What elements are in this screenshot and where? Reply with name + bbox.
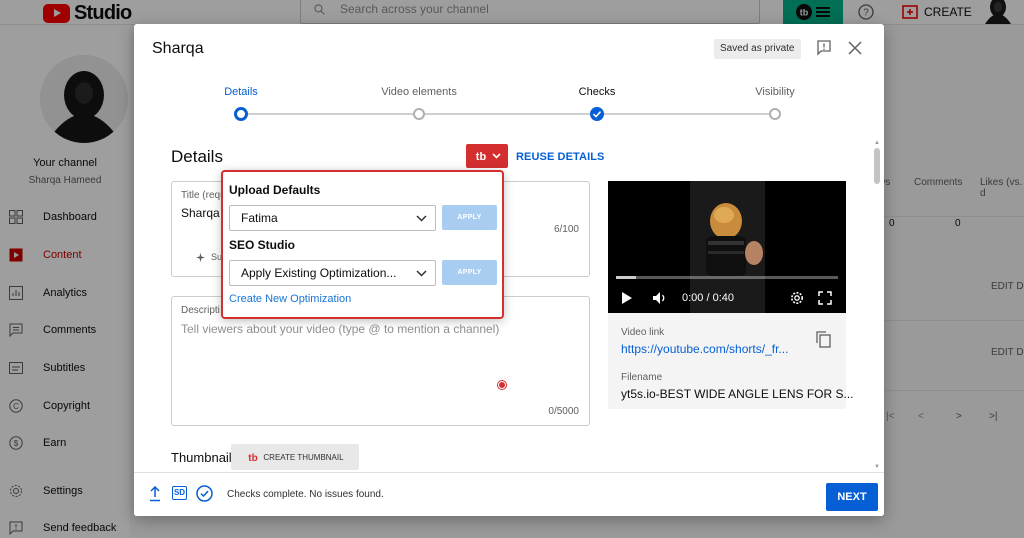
scroll-down-arrow[interactable]: ▼ — [874, 464, 880, 470]
description-input[interactable]: Tell viewers about your video (type @ to… — [181, 322, 499, 336]
title-suggestions[interactable]: Su — [196, 252, 222, 262]
video-player[interactable]: 0:00 / 0:40 — [608, 181, 846, 313]
fullscreen-icon[interactable] — [818, 291, 832, 305]
details-heading: Details — [171, 147, 223, 166]
tubebuddy-dropdown-button[interactable]: tb — [466, 144, 508, 168]
dialog-footer: SD Checks complete. No issues found. NEX… — [134, 472, 884, 516]
seo-studio-heading: SEO Studio — [229, 238, 295, 252]
upload-defaults-select[interactable]: Fatima — [229, 205, 436, 231]
sd-quality-icon[interactable]: SD — [172, 486, 187, 500]
next-button[interactable]: NEXT — [826, 483, 878, 511]
step-visibility[interactable]: Visibility — [755, 86, 795, 98]
chevron-down-icon — [416, 269, 427, 277]
reuse-details-button[interactable]: REUSE DETAILS — [516, 151, 605, 163]
filename-value: yt5s.io-BEST WIDE ANGLE LENS FOR S... — [621, 387, 854, 401]
title-input[interactable]: Sharqa — [181, 206, 220, 220]
stepper-track — [240, 113, 776, 115]
tubebuddy-logo-icon: tb — [475, 151, 486, 162]
video-link-label: Video link — [621, 327, 665, 338]
report-issue-icon[interactable] — [816, 40, 832, 56]
checks-status-text: Checks complete. No issues found. — [227, 489, 384, 500]
close-icon[interactable] — [848, 41, 862, 55]
step-dot-checks[interactable] — [590, 107, 604, 121]
checkmark-icon — [592, 111, 602, 118]
seo-optimization-select[interactable]: Apply Existing Optimization... — [229, 260, 436, 286]
volume-icon[interactable] — [652, 291, 668, 305]
check-circle-icon[interactable] — [196, 485, 213, 502]
description-char-count: 0/5000 — [548, 406, 579, 417]
step-checks[interactable]: Checks — [579, 86, 616, 98]
title-field-label: Title (requ — [181, 190, 226, 201]
title-char-count: 6/100 — [553, 224, 579, 235]
step-details[interactable]: Details — [224, 86, 258, 98]
upload-defaults-heading: Upload Defaults — [229, 183, 321, 197]
thumbnail-heading: Thumbnail — [171, 450, 232, 465]
step-video-elements[interactable]: Video elements — [381, 86, 457, 98]
svg-text:tb: tb — [249, 453, 258, 462]
step-dot-details[interactable] — [234, 107, 248, 121]
apply-upload-defaults-button[interactable]: APPLY — [442, 205, 497, 230]
upload-icon[interactable] — [149, 486, 161, 502]
scroll-up-arrow[interactable]: ▲ — [874, 140, 880, 146]
dialog-title: Sharqa — [152, 40, 204, 57]
create-new-optimization-link[interactable]: Create New Optimization — [229, 293, 351, 305]
video-time: 0:00 / 0:40 — [682, 292, 734, 304]
video-link[interactable]: https://youtube.com/shorts/_fr... — [621, 342, 788, 356]
scrollbar-thumb[interactable] — [874, 148, 880, 184]
copy-icon[interactable] — [816, 331, 831, 348]
video-progress-bar[interactable] — [616, 276, 838, 279]
svg-text:tb: tb — [475, 151, 486, 162]
upload-defaults-value: Fatima — [241, 211, 278, 225]
description-field-label: Descripti — [181, 305, 220, 316]
filename-label: Filename — [621, 372, 663, 383]
chevron-down-icon — [491, 153, 501, 159]
chevron-down-icon — [416, 214, 427, 222]
sparkle-icon — [196, 252, 205, 262]
saved-status-badge: Saved as private — [714, 39, 801, 59]
step-dot-video-elements[interactable] — [413, 108, 425, 120]
play-icon[interactable] — [621, 291, 633, 305]
create-thumbnail-label: CREATE THUMBNAIL — [263, 452, 344, 462]
video-preview-card: 0:00 / 0:40 Video link https://youtube.c… — [608, 181, 854, 409]
tubebuddy-popup: Upload Defaults Fatima APPLY SEO Studio … — [221, 170, 504, 319]
tubebuddy-logo-icon: tb — [249, 453, 258, 462]
settings-icon[interactable] — [790, 291, 804, 305]
tubebuddy-indicator-icon[interactable] — [498, 381, 506, 389]
step-dot-visibility[interactable] — [769, 108, 781, 120]
seo-optimization-value: Apply Existing Optimization... — [241, 266, 397, 280]
apply-seo-button[interactable]: APPLY — [442, 260, 497, 285]
create-thumbnail-button[interactable]: tb CREATE THUMBNAIL — [231, 444, 359, 470]
